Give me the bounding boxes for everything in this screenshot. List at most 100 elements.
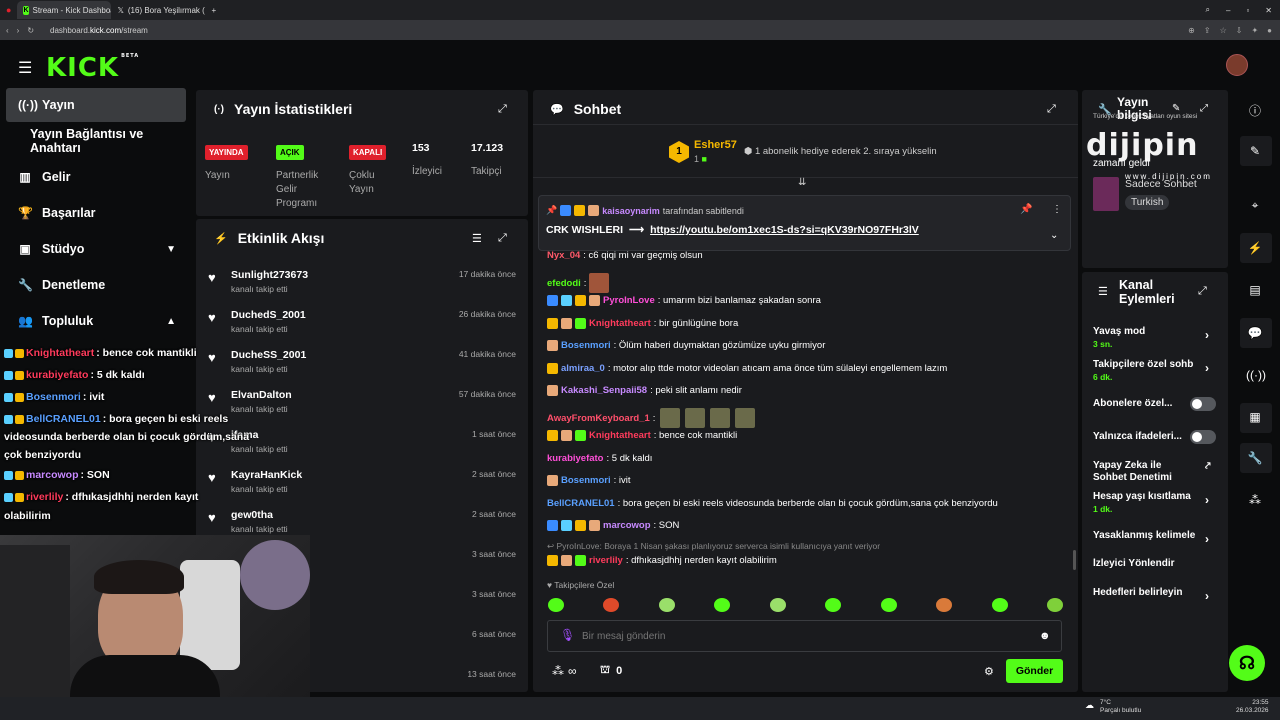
send-button[interactable]: Gönder bbox=[1006, 659, 1063, 683]
gear-icon[interactable]: ⚙ bbox=[984, 665, 994, 678]
chat-username[interactable]: efedodi bbox=[547, 278, 581, 289]
extensions-icon[interactable]: ✦ bbox=[1251, 26, 1258, 35]
expand-icon[interactable]: ⤢ bbox=[498, 103, 507, 116]
sidebar-item-studyo[interactable]: ▣ Stüdyo ▼ bbox=[6, 232, 186, 266]
chevron-right-icon[interactable]: › bbox=[1205, 328, 1209, 342]
emote-icon[interactable] bbox=[769, 598, 786, 612]
chevron-down-icon[interactable]: ⌄ bbox=[1050, 230, 1058, 241]
chat-username[interactable]: Knightatheart bbox=[589, 318, 651, 329]
expand-icon[interactable]: ⤢ bbox=[498, 232, 507, 245]
chat-bubble-icon[interactable]: 💬 bbox=[1246, 326, 1264, 340]
chat-username[interactable]: almiraa_0 bbox=[561, 363, 605, 374]
sidebar-item-stream-key[interactable]: Yayın Bağlantısı ve Anahtarı bbox=[6, 124, 186, 158]
chat-username[interactable]: AwayFromKeyboard_1 bbox=[547, 413, 650, 424]
chat-username[interactable]: Nyx_04 bbox=[547, 250, 580, 261]
chat-username[interactable]: Bosenmori bbox=[561, 475, 611, 486]
chat-username[interactable]: BellCRANEL01 bbox=[547, 498, 615, 509]
emote-icon[interactable] bbox=[825, 598, 842, 612]
zoom-icon[interactable]: ⊕ bbox=[1188, 26, 1195, 35]
chat-username[interactable]: marcowop bbox=[603, 520, 651, 531]
support-headset-icon[interactable]: ☊ bbox=[1229, 645, 1265, 681]
channel-action-item[interactable]: Hedefleri belirleyin bbox=[1093, 587, 1218, 599]
channel-action-item[interactable]: Yapay Zeka ile Sohbet Denetimi bbox=[1093, 460, 1218, 484]
store-display[interactable]: ⛫ 0 bbox=[600, 664, 622, 678]
new-tab-icon[interactable]: + bbox=[205, 6, 222, 15]
search-tabs-icon[interactable]: ⌕ bbox=[1198, 5, 1218, 15]
info-icon[interactable]: ⓘ bbox=[1246, 102, 1264, 119]
chat-username[interactable]: kurabiyefato bbox=[547, 453, 604, 464]
broadcast-icon[interactable]: ((·)) bbox=[1246, 368, 1266, 382]
channel-action-item[interactable]: Yasaklanmış kelimele bbox=[1093, 530, 1218, 542]
document-icon[interactable]: ▤ bbox=[1246, 283, 1264, 297]
follower-name[interactable]: DucheSS_2001 bbox=[231, 349, 306, 361]
follower-name[interactable]: Sunlight273673 bbox=[231, 269, 308, 281]
list-item[interactable]: ♥ KayraHanKick kanalı takip etti 2 saat önc… bbox=[196, 464, 528, 504]
gift-username[interactable]: Esher57 bbox=[694, 139, 737, 151]
emote-icon[interactable] bbox=[991, 598, 1008, 612]
emote-icon[interactable] bbox=[548, 598, 564, 612]
channel-action-item[interactable]: İzleyici Yönlendir bbox=[1093, 558, 1218, 570]
pinned-by-user[interactable]: kaisaoynarim bbox=[602, 206, 660, 216]
download-icon[interactable]: ⇩ bbox=[1236, 26, 1243, 35]
chat-username[interactable]: Kakashi_Senpaii58 bbox=[561, 385, 647, 396]
follower-name[interactable]: gew0tha bbox=[231, 509, 273, 521]
sidebar-item-basarilar[interactable]: 🏆 Başarılar bbox=[6, 196, 186, 230]
channel-action-item[interactable]: Takipçilere özel sohb 6 dk. bbox=[1093, 359, 1218, 383]
pinned-link[interactable]: https://youtu.be/om1xec1S-ds?si=qKV39rNO… bbox=[650, 224, 919, 236]
list-item[interactable]: ♥ Sunlight273673 kanalı takip etti 17 dakik… bbox=[196, 264, 528, 304]
follower-name[interactable]: KayraHanKick bbox=[231, 469, 302, 481]
gift-prompt[interactable]: ⬢ 1 abonelik hediye ederek 2. sıraya yük… bbox=[744, 146, 937, 157]
capture-icon[interactable]: ⌖ bbox=[1246, 198, 1264, 213]
category-thumbnail[interactable] bbox=[1093, 177, 1119, 211]
forward-icon[interactable]: › bbox=[17, 26, 20, 35]
bookmark-icon[interactable]: ☆ bbox=[1220, 26, 1227, 35]
chevron-right-icon[interactable]: › bbox=[1205, 361, 1209, 375]
pin-icon[interactable]: 📌 bbox=[1020, 204, 1032, 215]
points-display[interactable]: ⁂ ∞ bbox=[552, 664, 577, 678]
weather-widget[interactable]: 7°C Parçalı bulutlu bbox=[1100, 699, 1141, 715]
list-item[interactable]: ♥ DuchedS_2001 kanalı takip etti 26 dakika … bbox=[196, 304, 528, 344]
category-name[interactable]: Sadece Sohbet bbox=[1125, 178, 1197, 190]
community-icon[interactable]: ⁂ bbox=[1246, 493, 1264, 507]
avatar[interactable] bbox=[1226, 54, 1248, 76]
emote-icon[interactable] bbox=[603, 598, 620, 612]
channel-action-item[interactable]: Hesap yaşı kısıtlama 1 dk. bbox=[1093, 491, 1218, 515]
follower-name[interactable]: ElvanDalton bbox=[231, 389, 292, 401]
expand-icon[interactable]: ⤢ bbox=[1198, 285, 1207, 298]
expand-icon[interactable]: ⤢ bbox=[1047, 103, 1056, 116]
edit-icon[interactable]: ✎ bbox=[1246, 144, 1264, 158]
scroll-down-icon[interactable]: ⇊ bbox=[798, 177, 806, 188]
profile-icon[interactable]: ● bbox=[1267, 26, 1272, 35]
chat-username[interactable]: PyroInLove bbox=[603, 295, 655, 306]
close-window-icon[interactable]: ✕ bbox=[1257, 6, 1280, 15]
chat-scrollbar[interactable] bbox=[1073, 550, 1076, 570]
list-item[interactable]: ♥ ifama kanalı takip etti 1 saat önce bbox=[196, 424, 528, 464]
emote-icon[interactable] bbox=[936, 598, 953, 612]
reload-icon[interactable]: ↻ bbox=[27, 26, 34, 35]
channel-action-item[interactable]: Yavaş mod 3 sn. bbox=[1093, 326, 1218, 350]
microphone-icon[interactable]: 🎙 bbox=[560, 628, 575, 642]
chat-username[interactable]: riverlily bbox=[589, 555, 623, 566]
kick-logo[interactable]: KICK BETA bbox=[46, 53, 139, 83]
sidebar-item-gelir[interactable]: ▥ Gelir bbox=[6, 160, 186, 194]
emote-icon[interactable] bbox=[1046, 598, 1063, 612]
filter-icon[interactable]: ☰ bbox=[472, 232, 482, 245]
browser-menu-icon[interactable]: ● bbox=[0, 5, 17, 15]
follower-name[interactable]: DuchedS_2001 bbox=[231, 309, 306, 321]
emote-icon[interactable] bbox=[658, 598, 675, 612]
chat-input[interactable] bbox=[582, 627, 1012, 645]
more-options-icon[interactable]: ⋮ bbox=[1052, 204, 1062, 215]
sidebar-item-denetleme[interactable]: 🔧 Denetleme bbox=[6, 268, 186, 302]
list-item[interactable]: ♥ DucheSS_2001 kanalı takip etti 41 dakika … bbox=[196, 344, 528, 384]
chevron-right-icon[interactable]: › bbox=[1205, 589, 1209, 603]
wrench-icon[interactable]: 🔧 bbox=[1246, 451, 1264, 465]
browser-tab-kick[interactable]: K Stream - Kick Dashboard bbox=[17, 1, 112, 19]
clock[interactable]: 23:55 26.03.2026 bbox=[1236, 699, 1269, 715]
sidebar-item-yayin[interactable]: ((·)) Yayın bbox=[6, 88, 186, 122]
sidebar-item-topluluk[interactable]: 👥 Topluluk ▲ bbox=[6, 304, 186, 338]
emote-icon[interactable] bbox=[880, 598, 897, 612]
toggle-switch[interactable] bbox=[1190, 430, 1216, 444]
maximize-icon[interactable]: ▫ bbox=[1238, 6, 1257, 15]
url-field[interactable]: dashboard.kick.com/stream bbox=[50, 26, 1188, 35]
chevron-right-icon[interactable]: › bbox=[1205, 532, 1209, 546]
